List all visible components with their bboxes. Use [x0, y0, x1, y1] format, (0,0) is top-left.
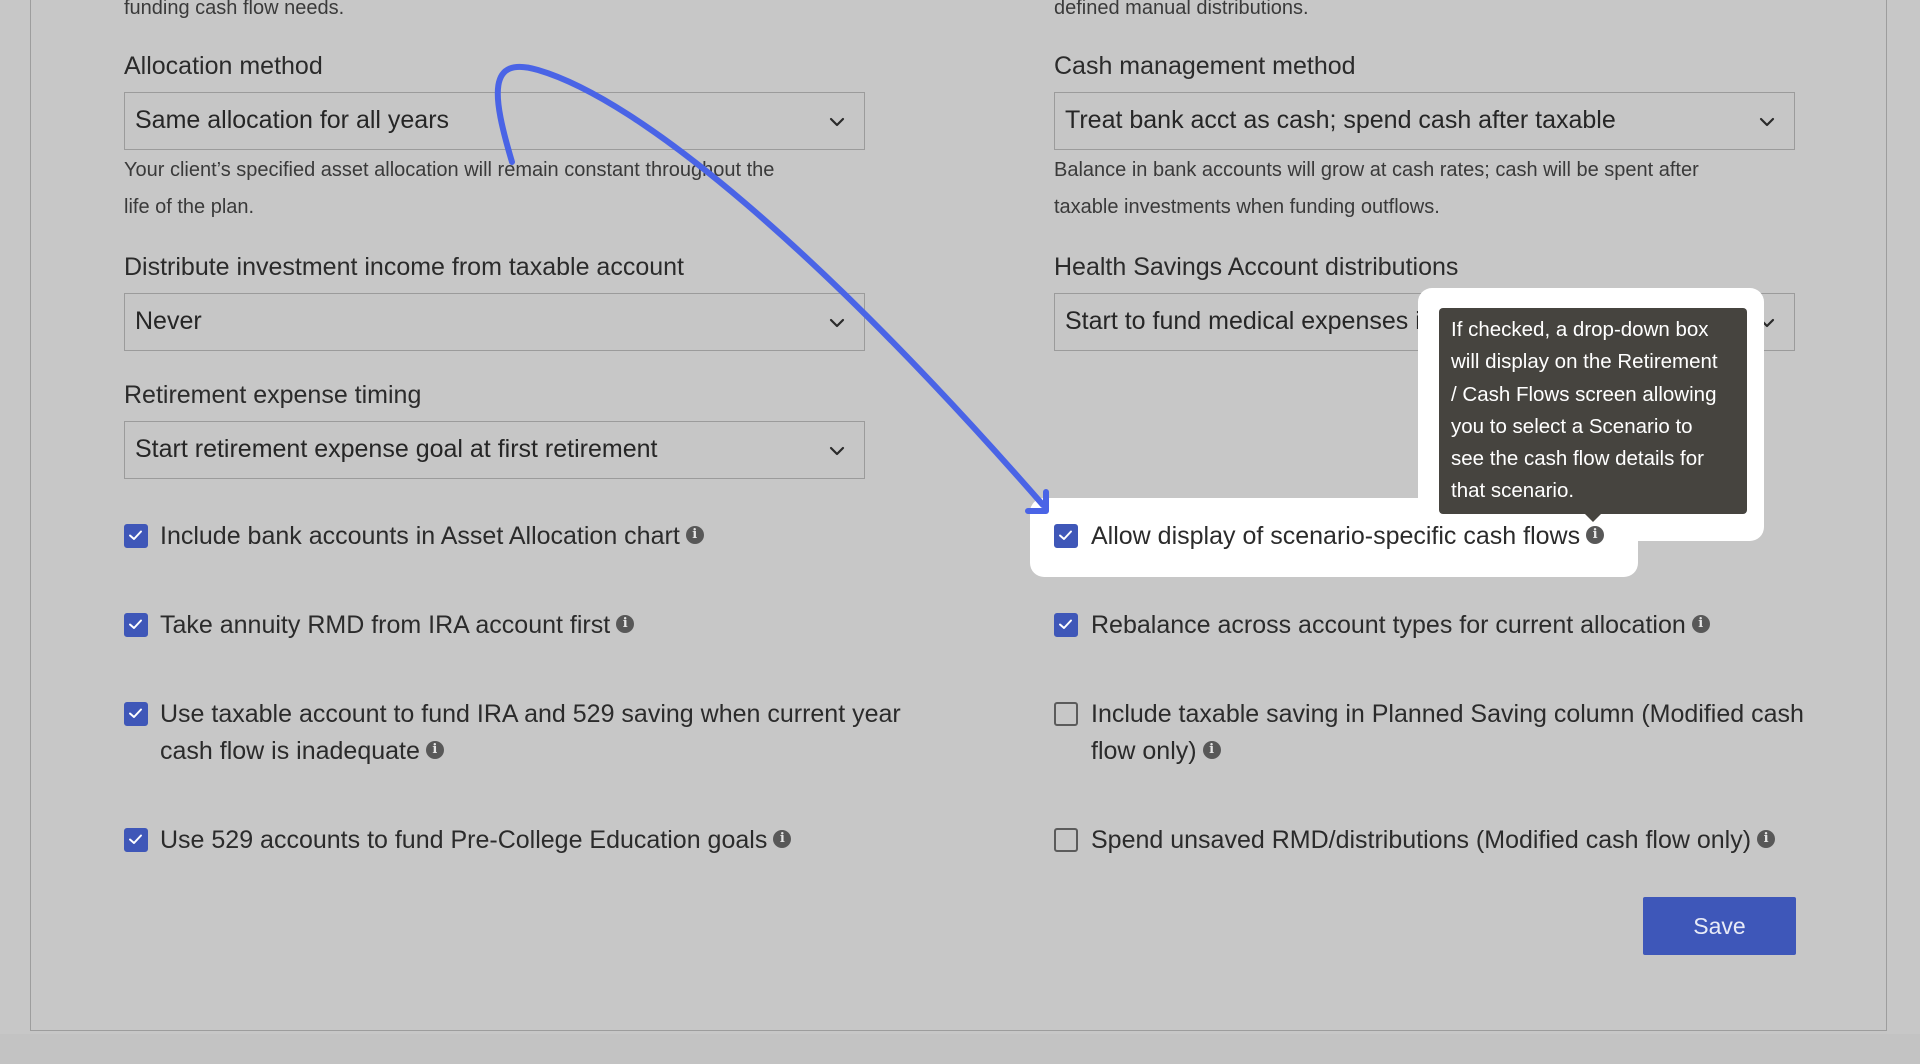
chevron-down-icon	[829, 446, 845, 456]
cash-management-help-1: Balance in bank accounts will grow at ca…	[1054, 159, 1699, 181]
hsa-distributions-label: Health Savings Account distributions	[1054, 253, 1459, 281]
spend-unsaved-rmd-checkbox[interactable]	[1054, 828, 1078, 852]
checkmark-icon	[1059, 530, 1072, 540]
include-bank-accounts-label: Include bank accounts in Asset Allocatio…	[160, 522, 680, 550]
rebalance-checkbox[interactable]	[1054, 613, 1078, 637]
cash-management-label: Cash management method	[1054, 52, 1356, 80]
checkmark-icon	[129, 530, 142, 540]
tooltip-line: If checked, a drop-down box	[1451, 318, 1709, 341]
include-bank-accounts-option: Include bank accounts in Asset Allocatio…	[160, 518, 704, 555]
cash-management-select[interactable]: Treat bank acct as cash; spend cash afte…	[1054, 92, 1795, 150]
rebalance-label: Rebalance across account types for curre…	[1091, 611, 1686, 639]
save-button[interactable]: Save	[1643, 897, 1796, 955]
retirement-timing-select[interactable]: Start retirement expense goal at first r…	[124, 421, 865, 479]
chevron-down-icon	[1759, 117, 1775, 127]
taxable-saving-option-line2: flow only) i	[1091, 733, 1221, 770]
info-tooltip: If checked, a drop-down box will display…	[1439, 308, 1747, 514]
include-bank-accounts-checkbox[interactable]	[124, 524, 148, 548]
chevron-down-icon	[829, 117, 845, 127]
annuity-rmd-checkbox[interactable]	[124, 613, 148, 637]
spend-unsaved-rmd-label: Spend unsaved RMD/distributions (Modifie…	[1091, 826, 1752, 854]
cash-management-value: Treat bank acct as cash; spend cash afte…	[1065, 106, 1616, 134]
annuity-rmd-label: Take annuity RMD from IRA account first	[160, 611, 611, 639]
use-taxable-account-label-2: cash flow is inadequate	[160, 737, 420, 765]
use-taxable-account-checkbox[interactable]	[124, 702, 148, 726]
retirement-timing-label: Retirement expense timing	[124, 381, 422, 409]
allocation-method-label: Allocation method	[124, 52, 323, 80]
tooltip-line: see the cash flow details for	[1451, 447, 1704, 471]
use-taxable-account-option-line2: cash flow is inadequate i	[160, 733, 444, 770]
taxable-saving-label-1: Include taxable saving in Planned Saving…	[1091, 700, 1804, 728]
tooltip-line: you to select a Scenario to	[1451, 414, 1693, 438]
scenario-cash-flows-checkbox[interactable]	[1054, 524, 1078, 548]
use-529-accounts-option: Use 529 accounts to fund Pre-College Edu…	[160, 822, 792, 859]
distribute-income-value: Never	[135, 307, 202, 335]
checkmark-icon	[129, 619, 142, 629]
info-icon[interactable]: i	[773, 830, 792, 849]
taxable-saving-checkbox[interactable]	[1054, 702, 1078, 726]
cash-management-help-2: taxable investments when funding outflow…	[1054, 196, 1440, 218]
tooltip-line: / Cash Flows screen allowing	[1451, 382, 1717, 406]
scenario-cash-flows-option: Allow display of scenario-specific cash …	[1091, 518, 1605, 555]
right-top-text: defined manual distributions.	[1054, 0, 1309, 19]
chevron-down-icon	[829, 318, 845, 328]
spend-unsaved-rmd-option: Spend unsaved RMD/distributions (Modifie…	[1091, 822, 1776, 859]
rebalance-option: Rebalance across account types for curre…	[1091, 607, 1710, 644]
hsa-distributions-value: Start to fund medical expenses im	[1065, 307, 1442, 335]
info-icon[interactable]: i	[425, 741, 444, 760]
tooltip-line: that scenario.	[1451, 479, 1575, 503]
checkmark-icon	[1059, 619, 1072, 629]
checkmark-icon	[129, 708, 142, 718]
retirement-timing-value: Start retirement expense goal at first r…	[135, 435, 658, 463]
info-icon[interactable]: i	[685, 526, 704, 545]
allocation-method-help-1: Your client’s specified asset allocation…	[124, 159, 775, 181]
distribute-income-label: Distribute investment income from taxabl…	[124, 253, 684, 281]
left-top-text: funding cash flow needs.	[124, 0, 345, 19]
allocation-method-value: Same allocation for all years	[135, 106, 450, 134]
tooltip-line: will display on the Retirement	[1451, 350, 1718, 374]
scenario-cash-flows-label: Allow display of scenario-specific cash …	[1091, 522, 1581, 550]
info-icon[interactable]: i	[616, 615, 635, 634]
use-529-accounts-label: Use 529 accounts to fund Pre-College Edu…	[160, 826, 768, 854]
use-529-accounts-checkbox[interactable]	[124, 828, 148, 852]
info-icon[interactable]: i	[1202, 741, 1221, 760]
allocation-method-help-2: life of the plan.	[124, 196, 255, 218]
info-icon[interactable]: i	[1586, 526, 1605, 545]
info-icon[interactable]: i	[1757, 830, 1776, 849]
allocation-method-select[interactable]: Same allocation for all years	[124, 92, 865, 150]
distribute-income-select[interactable]: Never	[124, 293, 865, 351]
taxable-saving-label-2: flow only)	[1091, 737, 1197, 765]
bottom-strip	[0, 1034, 1920, 1064]
annuity-rmd-option: Take annuity RMD from IRA account first i	[160, 607, 635, 644]
use-taxable-account-label-1: Use taxable account to fund IRA and 529 …	[160, 700, 901, 728]
checkmark-icon	[129, 834, 142, 844]
info-icon[interactable]: i	[1691, 615, 1710, 634]
